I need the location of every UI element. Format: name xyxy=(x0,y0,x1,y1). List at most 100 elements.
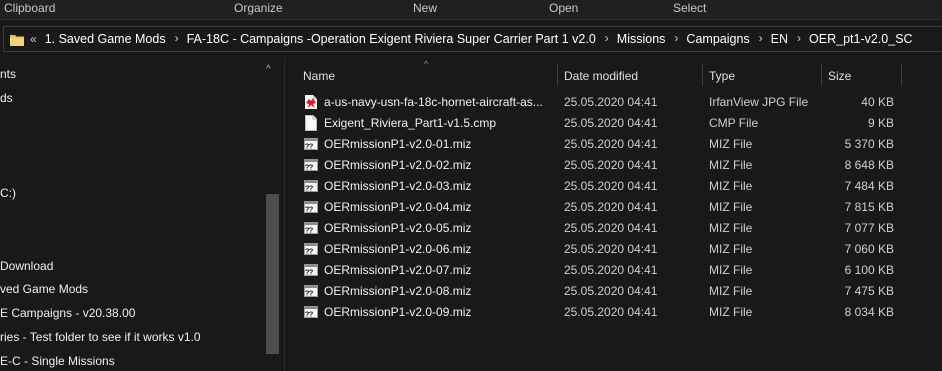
navigation-pane[interactable]: ^ nts ds C:) Download ved Game Mods E Ca… xyxy=(0,58,285,371)
column-header-type[interactable]: Type xyxy=(703,60,821,90)
blank-file-icon xyxy=(304,115,318,131)
sort-ascending-icon: ^ xyxy=(424,59,429,69)
file-name[interactable]: OERmissionP1-v2.0-07.miz xyxy=(324,263,471,277)
file-size: 8 648 KB xyxy=(844,158,894,172)
ribbon-group-open[interactable]: Open xyxy=(549,1,578,15)
file-size: 40 KB xyxy=(861,95,894,109)
nav-item-single-missions[interactable]: E-C - Single Missions xyxy=(0,354,115,368)
file-name[interactable]: a-us-navy-usn-fa-18c-hornet-aircraft-as.… xyxy=(324,95,543,109)
ribbon-group-labels: Clipboard Organize New Open Select xyxy=(0,0,942,20)
nav-item-download[interactable]: Download xyxy=(0,259,53,273)
file-type: MIZ File xyxy=(709,179,753,193)
file-date-modified: 25.05.2020 04:41 xyxy=(564,242,658,256)
breadcrumb-saved-game-mods[interactable]: 1. Saved Game Mods xyxy=(45,32,166,46)
file-row[interactable]: ?? OERmissionP1-v2.0-08.miz 25.05.2020 04:… xyxy=(285,281,942,302)
column-header-type-label: Type xyxy=(709,69,736,83)
svg-text:?: ? xyxy=(305,310,310,319)
column-header-name[interactable]: ^ Name xyxy=(285,59,558,90)
file-date-modified: 25.05.2020 04:41 xyxy=(564,305,658,319)
nav-item-campaigns[interactable]: E Campaigns - v20.38.00 xyxy=(0,306,135,320)
file-date-modified: 25.05.2020 04:41 xyxy=(564,221,658,235)
breadcrumb-en[interactable]: EN xyxy=(771,32,788,46)
file-size: 7 060 KB xyxy=(844,242,894,256)
svg-text:?: ? xyxy=(305,205,310,214)
file-name[interactable]: OERmissionP1-v2.0-01.miz xyxy=(324,137,471,151)
breadcrumb-current-folder[interactable]: OER_pt1-v2.0_SC xyxy=(809,32,913,46)
file-date-modified: 25.05.2020 04:41 xyxy=(564,200,658,214)
column-header-date-label: Date modified xyxy=(564,69,639,83)
file-size: 7 077 KB xyxy=(844,221,894,235)
file-name[interactable]: Exigent_Riviera_Part1-v1.5.cmp xyxy=(324,116,496,130)
svg-text:?: ? xyxy=(305,184,310,193)
svg-text:?: ? xyxy=(305,226,310,235)
file-row[interactable]: a-us-navy-usn-fa-18c-hornet-aircraft-as.… xyxy=(285,92,942,113)
breadcrumb-separator-icon[interactable]: › xyxy=(674,31,678,45)
file-row[interactable]: ?? OERmissionP1-v2.0-04.miz 25.05.2020 04:… xyxy=(285,197,942,218)
breadcrumb-separator-icon[interactable]: › xyxy=(175,31,179,45)
file-type: IrfanView JPG File xyxy=(709,95,809,109)
file-row[interactable]: ?? OERmissionP1-v2.0-05.miz 25.05.2020 04:… xyxy=(285,218,942,239)
file-name[interactable]: OERmissionP1-v2.0-09.miz xyxy=(324,305,471,319)
breadcrumb-campaign-folder[interactable]: FA-18C - Campaigns -Operation Exigent Ri… xyxy=(187,32,596,46)
file-type: MIZ File xyxy=(709,221,753,235)
svg-text:?: ? xyxy=(305,247,310,256)
ribbon-group-new[interactable]: New xyxy=(413,1,437,15)
ribbon-group-clipboard[interactable]: Clipboard xyxy=(4,1,55,15)
navigation-scrollbar-thumb[interactable] xyxy=(266,194,279,354)
file-name[interactable]: OERmissionP1-v2.0-06.miz xyxy=(324,242,471,256)
file-type: MIZ File xyxy=(709,263,753,277)
file-row[interactable]: ?? OERmissionP1-v2.0-03.miz 25.05.2020 04:… xyxy=(285,176,942,197)
nav-item-documents[interactable]: nts xyxy=(0,67,16,81)
breadcrumb-overflow-button[interactable]: « xyxy=(30,32,37,46)
file-list[interactable]: ^ Name Date modified Type Size a-us-navy… xyxy=(285,58,942,371)
breadcrumb-separator-icon[interactable]: › xyxy=(605,31,609,45)
svg-text:?: ? xyxy=(305,163,310,172)
ribbon-group-select[interactable]: Select xyxy=(673,1,706,15)
svg-text:?: ? xyxy=(305,142,310,151)
nav-item-local-disk-c[interactable]: C:) xyxy=(0,186,16,200)
file-type: MIZ File xyxy=(709,305,753,319)
breadcrumb-campaigns[interactable]: Campaigns xyxy=(686,32,749,46)
file-size: 7 484 KB xyxy=(844,179,894,193)
file-name[interactable]: OERmissionP1-v2.0-05.miz xyxy=(324,221,471,235)
file-name[interactable]: OERmissionP1-v2.0-03.miz xyxy=(324,179,471,193)
file-name[interactable]: OERmissionP1-v2.0-08.miz xyxy=(324,284,471,298)
svg-text:?: ? xyxy=(305,268,310,277)
nav-item-saved-game-mods[interactable]: ved Game Mods xyxy=(0,282,88,296)
file-row[interactable]: ?? OERmissionP1-v2.0-09.miz 25.05.2020 04:… xyxy=(285,302,942,323)
file-size: 6 100 KB xyxy=(844,263,894,277)
file-size: 7 815 KB xyxy=(844,200,894,214)
file-size: 5 370 KB xyxy=(844,137,894,151)
file-name[interactable]: OERmissionP1-v2.0-02.miz xyxy=(324,158,471,172)
ribbon-group-organize[interactable]: Organize xyxy=(234,1,283,15)
column-header-size-label: Size xyxy=(828,69,852,83)
file-row[interactable]: ?? OERmissionP1-v2.0-06.miz 25.05.2020 04:… xyxy=(285,239,942,260)
file-size: 9 KB xyxy=(867,116,894,130)
miz-file-icon: ?? xyxy=(304,283,318,299)
column-header-date[interactable]: Date modified xyxy=(558,60,702,90)
file-type: MIZ File xyxy=(709,158,753,172)
address-bar-row: « 1. Saved Game Mods › FA-18C - Campaign… xyxy=(0,20,942,58)
file-type: MIZ File xyxy=(709,137,753,151)
address-bar[interactable]: « 1. Saved Game Mods › FA-18C - Campaign… xyxy=(3,26,942,52)
nav-item-downloads[interactable]: ds xyxy=(0,91,13,105)
file-type: MIZ File xyxy=(709,284,753,298)
file-row[interactable]: ?? OERmissionP1-v2.0-02.miz 25.05.2020 04:… xyxy=(285,155,942,176)
miz-file-icon: ?? xyxy=(304,241,318,257)
file-row[interactable]: Exigent_Riviera_Part1-v1.5.cmp 25.05.2020… xyxy=(285,113,942,134)
scroll-up-arrow-icon[interactable]: ^ xyxy=(266,64,271,75)
miz-file-icon: ?? xyxy=(304,220,318,236)
file-name[interactable]: OERmissionP1-v2.0-04.miz xyxy=(324,200,471,214)
breadcrumb-separator-icon[interactable]: › xyxy=(797,31,801,45)
column-divider[interactable] xyxy=(901,64,902,86)
file-size: 7 475 KB xyxy=(844,284,894,298)
file-row[interactable]: ?? OERmissionP1-v2.0-01.miz 25.05.2020 04:… xyxy=(285,134,942,155)
nav-item-test-folder[interactable]: ries - Test folder to see if it works v1… xyxy=(0,330,201,344)
breadcrumb-missions[interactable]: Missions xyxy=(617,32,666,46)
miz-file-icon: ?? xyxy=(304,157,318,173)
file-date-modified: 25.05.2020 04:41 xyxy=(564,263,658,277)
breadcrumb-separator-icon[interactable]: › xyxy=(759,31,763,45)
column-header-size[interactable]: Size xyxy=(822,60,901,90)
miz-file-icon: ?? xyxy=(304,262,318,278)
file-row[interactable]: ?? OERmissionP1-v2.0-07.miz 25.05.2020 04:… xyxy=(285,260,942,281)
